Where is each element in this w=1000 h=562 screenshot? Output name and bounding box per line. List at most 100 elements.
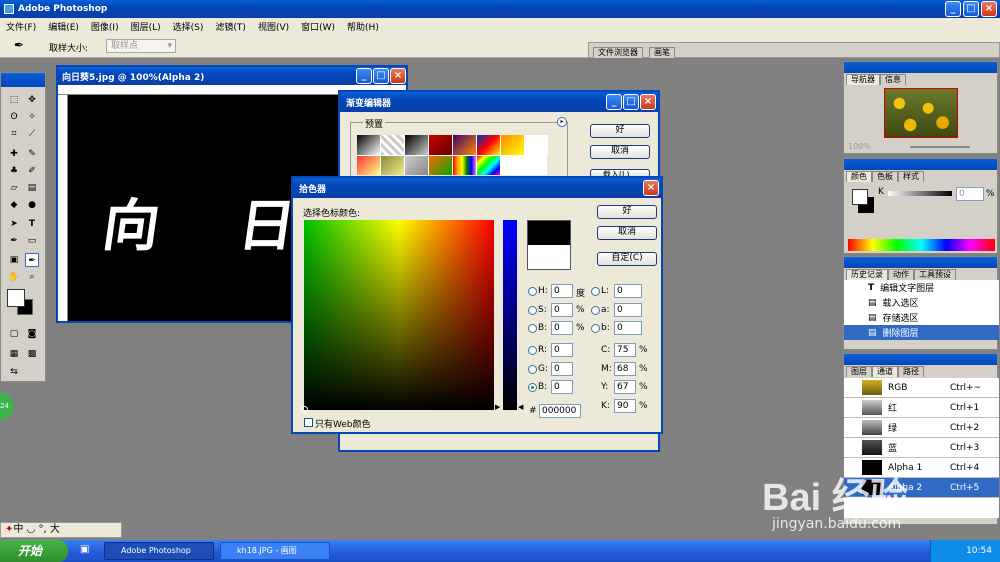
close-button[interactable]: × xyxy=(981,1,997,17)
ge-close-button[interactable]: × xyxy=(640,94,656,110)
palette-fg-swatch[interactable] xyxy=(852,189,868,205)
ime-bar[interactable]: ✦中 ◡ °, 大 xyxy=(0,522,122,538)
magic-wand-icon[interactable]: ✧ xyxy=(25,110,39,124)
lab-a-field[interactable]: 0 xyxy=(614,303,642,317)
color-field[interactable] xyxy=(301,220,494,413)
tab-swatches[interactable]: 色板 xyxy=(872,171,898,182)
lab-b-field[interactable]: 0 xyxy=(614,321,642,335)
history-brush-icon[interactable]: ✐ xyxy=(25,164,39,178)
lab-l-field[interactable]: 0 xyxy=(614,284,642,298)
menu-help[interactable]: 帮助(H) xyxy=(341,20,385,33)
blur-tool-icon[interactable]: ◆ xyxy=(7,198,21,212)
taskbar-photoshop[interactable]: Adobe Photoshop xyxy=(104,542,214,560)
crop-tool-icon[interactable]: ⌗ xyxy=(7,127,21,141)
menu-view[interactable]: 视图(V) xyxy=(252,20,295,33)
green-radio[interactable] xyxy=(528,365,537,374)
quickmask-mode-icon[interactable]: ◙ xyxy=(25,327,39,341)
foreground-color-swatch[interactable] xyxy=(7,289,25,307)
pen-tool-icon[interactable]: ✒ xyxy=(7,234,21,248)
start-button[interactable]: 开始 xyxy=(0,540,68,562)
sample-size-select[interactable]: 取样点 ▾ xyxy=(106,39,176,53)
preset-swatch[interactable] xyxy=(453,155,476,175)
navigator-zoom[interactable]: 100% xyxy=(848,142,871,151)
saturation-field[interactable]: 0 xyxy=(551,303,573,317)
black-field[interactable]: 90 xyxy=(614,399,636,413)
preset-swatch[interactable] xyxy=(405,135,428,155)
move-tool-icon[interactable]: ✥ xyxy=(25,93,39,107)
red-radio[interactable] xyxy=(528,346,537,355)
presets-menu-icon[interactable]: ▸ xyxy=(557,117,567,127)
navigator-zoom-slider[interactable] xyxy=(910,146,970,148)
maximize-button[interactable]: □ xyxy=(963,1,979,17)
slider-left-arrow-icon[interactable]: ▶ xyxy=(495,403,500,411)
gradient-tool-icon[interactable]: ▤ xyxy=(25,181,39,195)
lasso-tool-icon[interactable]: ʘ xyxy=(7,110,21,124)
tab-history[interactable]: 历史记录 xyxy=(846,269,888,280)
ge-minimize-button[interactable]: _ xyxy=(606,94,622,110)
lab-b-radio[interactable] xyxy=(591,324,600,333)
color-slider[interactable] xyxy=(503,220,517,410)
taskbar-paint[interactable]: kh18.JPG - 画图 xyxy=(220,542,330,560)
eyedropper-icon[interactable]: ✒ xyxy=(14,38,24,52)
tab-layers[interactable]: 图层 xyxy=(846,366,872,377)
zoom-tool-icon[interactable]: ⌕ xyxy=(25,270,39,284)
preset-swatch[interactable] xyxy=(357,155,380,175)
menu-layer[interactable]: 图层(L) xyxy=(125,20,167,33)
preset-swatch[interactable] xyxy=(501,135,524,155)
hex-field[interactable]: 000000 xyxy=(539,404,581,418)
preset-swatch[interactable] xyxy=(357,135,380,155)
menu-file[interactable]: 文件(F) xyxy=(0,20,42,33)
lab-l-radio[interactable] xyxy=(591,287,600,296)
healing-tool-icon[interactable]: ✚ xyxy=(7,147,21,161)
dodge-tool-icon[interactable]: ● xyxy=(25,198,39,212)
eraser-tool-icon[interactable]: ▱ xyxy=(7,181,21,195)
marquee-tool-icon[interactable]: ⬚ xyxy=(7,93,21,107)
preset-swatch[interactable] xyxy=(429,135,452,155)
preset-swatch[interactable] xyxy=(381,135,404,155)
preset-swatch[interactable] xyxy=(429,155,452,175)
brightness-radio[interactable] xyxy=(528,324,537,333)
history-item[interactable]: ▤ 载入选区 xyxy=(844,295,999,310)
stamp-tool-icon[interactable]: ♣ xyxy=(7,164,21,178)
gradient-ok-button[interactable]: 好 xyxy=(590,124,650,138)
preset-swatch[interactable] xyxy=(405,155,428,175)
tab-file-browser[interactable]: 文件浏览器 xyxy=(593,47,643,58)
green-field[interactable]: 0 xyxy=(551,362,573,376)
standard-mode-icon[interactable]: ▢ xyxy=(7,327,21,341)
preset-swatch[interactable] xyxy=(381,155,404,175)
notes-tool-icon[interactable]: ▣ xyxy=(7,253,21,267)
preset-swatch[interactable] xyxy=(525,135,548,155)
yellow-field[interactable]: 67 xyxy=(614,380,636,394)
red-field[interactable]: 0 xyxy=(551,343,573,357)
tab-paths[interactable]: 路径 xyxy=(898,366,924,377)
channel-row[interactable]: 红 Ctrl+1 xyxy=(844,398,999,418)
doc-maximize-button[interactable]: □ xyxy=(373,68,389,84)
magenta-field[interactable]: 68 xyxy=(614,362,636,376)
imageready-icon[interactable]: ⇆ xyxy=(7,365,21,379)
picker-custom-button[interactable]: 自定(C) xyxy=(597,252,657,266)
eyedropper-tool-icon[interactable]: ✒ xyxy=(25,253,39,267)
channel-row[interactable]: 蓝 Ctrl+3 xyxy=(844,438,999,458)
slice-tool-icon[interactable]: ⟋ xyxy=(25,127,39,141)
hand-tool-icon[interactable]: ✋ xyxy=(7,270,21,284)
tab-navigator[interactable]: 导航器 xyxy=(846,74,880,85)
channel-row[interactable]: RGB Ctrl+~ xyxy=(844,378,999,398)
brush-tool-icon[interactable]: ✎ xyxy=(25,147,39,161)
preset-swatch[interactable] xyxy=(477,155,500,175)
tab-info[interactable]: 信息 xyxy=(880,74,906,85)
menu-select[interactable]: 选择(S) xyxy=(167,20,210,33)
doc-minimize-button[interactable]: _ xyxy=(356,68,372,84)
k-slider[interactable] xyxy=(888,191,952,196)
history-item-selected[interactable]: ▤ 删除图层 xyxy=(844,325,999,340)
screen-mode-icon[interactable]: ▦ xyxy=(7,347,21,361)
minimize-button[interactable]: _ xyxy=(945,1,961,17)
brightness-field[interactable]: 0 xyxy=(551,321,573,335)
tab-tool-presets[interactable]: 工具预设 xyxy=(914,269,956,280)
picker-ok-button[interactable]: 好 xyxy=(597,205,657,219)
hue-field[interactable]: 0 xyxy=(551,284,573,298)
cp-close-button[interactable]: × xyxy=(643,180,659,196)
path-select-icon[interactable]: ➤ xyxy=(7,217,21,231)
shape-tool-icon[interactable]: ▭ xyxy=(25,234,39,248)
menu-window[interactable]: 窗口(W) xyxy=(295,20,341,33)
tab-actions[interactable]: 动作 xyxy=(888,269,914,280)
